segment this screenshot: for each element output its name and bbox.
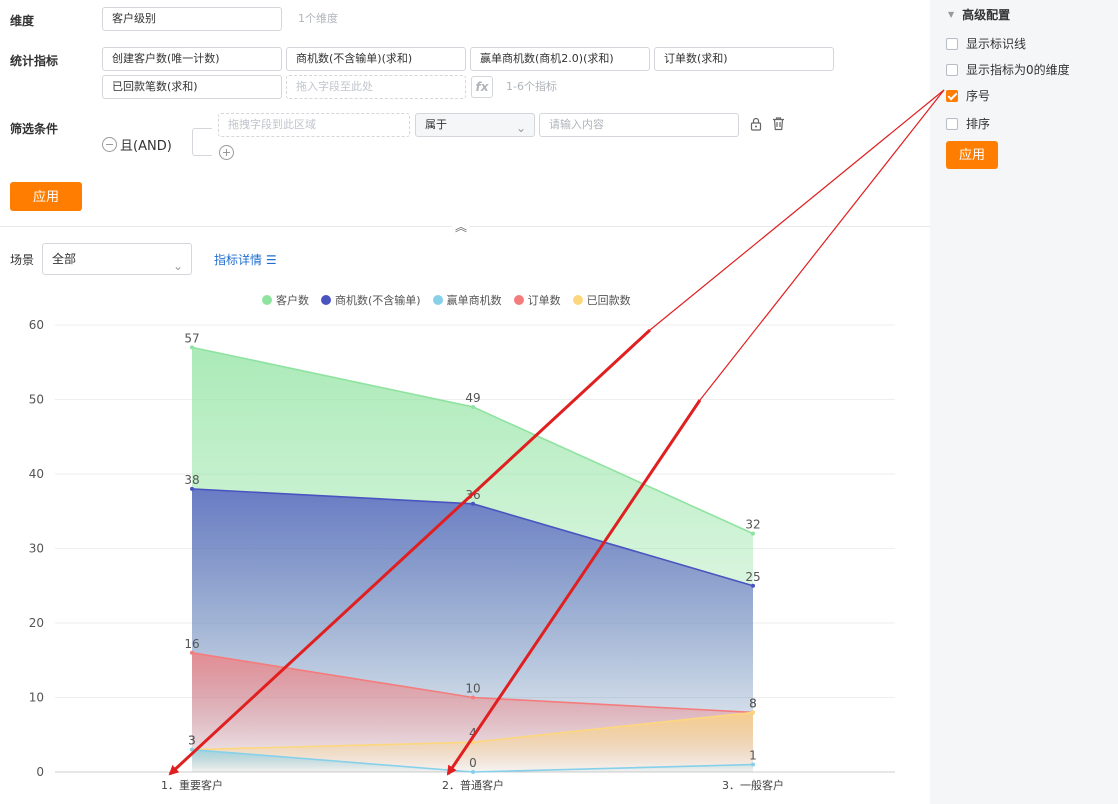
x-tick-label: 1．重要客户 (161, 778, 223, 792)
option-serial-number[interactable]: 序号 (946, 87, 990, 104)
option-show-marker-line[interactable]: 显示标识线 (946, 35, 1026, 52)
collapse-up-icon[interactable]: ︽ (452, 219, 470, 235)
option-label: 显示标识线 (966, 37, 1027, 51)
advanced-config-title: 高级配置 (962, 8, 1011, 22)
metric-field[interactable]: 创建客户数(唯一计数) (102, 47, 282, 71)
list-icon: ☰ (265, 253, 277, 267)
data-label: 4 (469, 726, 477, 740)
y-tick-label: 0 (36, 765, 44, 779)
caret-down-icon: ▼ (948, 10, 955, 19)
x-tick-label: 2．普通客户 (442, 778, 504, 792)
metric-drop-zone[interactable]: 拖入字段至此处 (286, 75, 466, 99)
option-label: 显示指标为0的维度 (966, 63, 1070, 77)
dimension-label: 维度 (10, 14, 35, 28)
metrics-label: 统计指标 (10, 54, 59, 68)
filter-field-drop-zone[interactable]: 拖拽字段到此区域 (218, 113, 410, 137)
data-label: 0 (469, 756, 477, 770)
data-label: 1 (749, 749, 757, 763)
y-tick-label: 20 (29, 616, 44, 630)
condition-bracket (192, 128, 212, 156)
checkbox-checked[interactable] (946, 89, 958, 102)
data-point (190, 345, 194, 350)
data-label: 32 (745, 518, 760, 532)
data-label: 49 (465, 391, 480, 405)
dimension-hint: 1个维度 (298, 12, 338, 25)
metric-detail-link[interactable]: 指标详情 ☰ (214, 251, 277, 268)
data-point (471, 404, 475, 409)
data-point (190, 650, 194, 655)
data-label: 38 (184, 473, 199, 487)
add-condition-icon[interactable] (219, 145, 234, 160)
y-tick-label: 30 (29, 542, 44, 556)
advanced-config-header[interactable]: ▼ 高级配置 (948, 6, 1010, 23)
y-tick-label: 50 (29, 393, 44, 407)
chevron-down-icon: ⌄ (172, 259, 183, 273)
y-tick-label: 60 (29, 318, 44, 332)
x-tick-label: 3．一般客户 (722, 778, 784, 792)
trash-icon[interactable] (771, 116, 786, 131)
metric-field[interactable]: 赢单商机数(商机2.0)(求和) (470, 47, 650, 71)
data-point (751, 710, 755, 715)
data-point (751, 531, 755, 536)
data-label: 25 (745, 570, 760, 584)
metric-detail-label: 指标详情 (214, 253, 263, 267)
checkbox[interactable] (946, 63, 958, 76)
data-label: 3 (188, 734, 196, 748)
filter-operator-select[interactable]: 属于 ⌄ (415, 113, 535, 137)
option-sort[interactable]: 排序 (946, 115, 990, 132)
option-label: 排序 (966, 117, 991, 131)
data-label: 57 (184, 331, 199, 345)
data-label: 10 (465, 682, 480, 696)
dimension-field[interactable]: 客户级别 (102, 7, 282, 31)
scene-value: 全部 (52, 252, 77, 266)
data-point (471, 695, 475, 700)
sidebar-apply-button[interactable]: 应用 (946, 141, 998, 169)
data-point (471, 740, 475, 745)
data-point (471, 501, 475, 506)
metrics-hint: 1-6个指标 (506, 80, 557, 93)
data-label: 36 (465, 488, 480, 502)
data-point (751, 762, 755, 767)
checkbox[interactable] (946, 37, 958, 50)
option-show-zero-dimension[interactable]: 显示指标为0的维度 (946, 61, 1070, 78)
scene-label: 场景 (10, 253, 35, 267)
scene-select[interactable]: 全部 ⌄ (42, 243, 192, 275)
data-label: 8 (749, 696, 757, 710)
data-point (471, 770, 475, 774)
option-label: 序号 (966, 89, 991, 103)
chevron-down-icon: ⌄ (515, 121, 526, 135)
filter-value-input[interactable]: 请输入内容 (539, 113, 739, 137)
y-tick-label: 40 (29, 467, 44, 481)
filter-label: 筛选条件 (10, 122, 59, 136)
minus-circle-icon[interactable] (102, 137, 117, 152)
area-chart: 01020304050601．重要客户 2．普通客户 3．一般客户574932383… (29, 318, 895, 792)
data-point (751, 583, 755, 588)
filter-operator-value: 属于 (425, 118, 447, 131)
data-point (190, 747, 194, 752)
formula-button[interactable]: fx (471, 76, 493, 98)
logic-toggle[interactable]: 且(AND) (102, 135, 172, 154)
logic-label: 且(AND) (120, 139, 172, 154)
metric-field[interactable]: 商机数(不含输单)(求和) (286, 47, 466, 71)
checkbox[interactable] (946, 117, 958, 130)
metric-field[interactable]: 已回款笔数(求和) (102, 75, 282, 99)
apply-button[interactable]: 应用 (10, 182, 82, 211)
data-point (190, 486, 194, 491)
lock-icon[interactable] (749, 117, 763, 131)
y-tick-label: 10 (29, 691, 44, 705)
metric-field[interactable]: 订单数(求和) (654, 47, 834, 71)
data-label: 16 (184, 637, 199, 651)
